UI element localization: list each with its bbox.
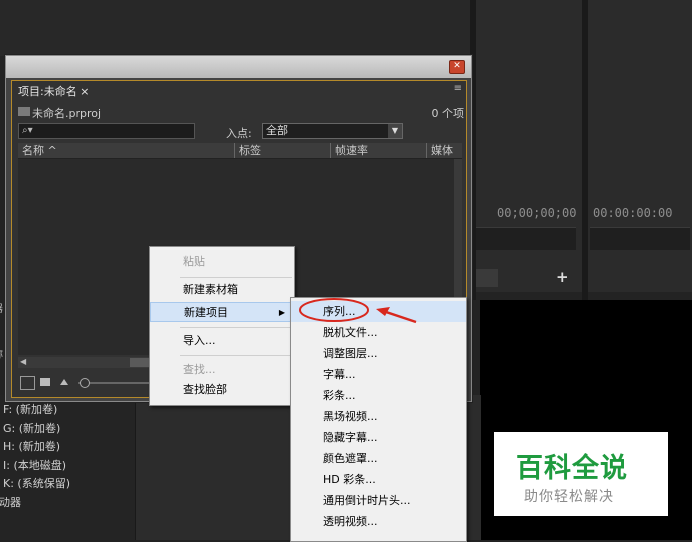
camera-icon[interactable]	[476, 269, 498, 287]
submenu-item-black-video[interactable]: 黑场视频...	[291, 406, 466, 427]
menu-item-find-faces[interactable]: 查找脸部	[150, 380, 294, 400]
menu-separator	[180, 355, 292, 356]
menu-separator	[180, 277, 292, 278]
zoom-slider[interactable]	[78, 382, 158, 384]
watermark-logo: 百科全说 助你轻松解决	[494, 432, 668, 516]
close-icon[interactable]: ✕	[449, 60, 465, 74]
column-header-row: 名称 ^ 标签 帧速率 媒体	[18, 143, 462, 159]
submenu-item-color-matte[interactable]: 颜色遮罩...	[291, 448, 466, 469]
add-icon[interactable]: +	[556, 268, 569, 286]
context-menu: 粘贴 新建素材箱 新建项目 ▶ 导入... 查找... 查找脸部	[149, 246, 295, 406]
menu-item-new-bin[interactable]: 新建素材箱	[150, 280, 294, 300]
submenu-arrow-icon: ▶	[278, 308, 285, 317]
source-scrub-bar[interactable]	[476, 227, 576, 250]
list-view-icon[interactable]	[20, 376, 35, 390]
tab-project[interactable]: 项目:未命名 ×	[18, 83, 89, 99]
icon-view-icon[interactable]	[40, 378, 50, 386]
submenu-item-hd-bars[interactable]: HD 彩条...	[291, 469, 466, 490]
zoom-out-icon[interactable]	[60, 379, 68, 385]
column-media[interactable]: 媒体	[426, 143, 461, 158]
annotation-overlay	[299, 298, 417, 324]
column-frame-rate[interactable]: 帧速率	[330, 143, 368, 158]
item-count: 0 个项	[431, 107, 465, 120]
column-label[interactable]: 标签	[234, 143, 261, 158]
media-browser-drive-list: F: (新加卷) G: (新加卷) H: (新加卷) I: (本地磁盘) K: …	[0, 395, 135, 540]
submenu-item-transparent-video[interactable]: 透明视频...	[291, 511, 466, 532]
source-timecode: 00;00;00;00	[497, 206, 577, 220]
search-input[interactable]: ⌕▾	[18, 123, 195, 139]
column-name[interactable]: 名称 ^	[22, 143, 57, 158]
inpoint-value: 全部	[266, 124, 288, 137]
scroll-left-icon[interactable]: ◀	[20, 357, 26, 366]
menu-item-label: 新建项目	[184, 306, 228, 319]
drive-item[interactable]: 动器	[0, 494, 70, 513]
submenu-item-countdown-leader[interactable]: 通用倒计时片头...	[291, 490, 466, 511]
menu-item-import[interactable]: 导入...	[150, 331, 294, 351]
menu-item-paste[interactable]: 粘贴	[150, 252, 294, 272]
source-monitor: 00;00;00;00 +	[476, 0, 582, 292]
submenu-item-captions[interactable]: 隐藏字幕...	[291, 427, 466, 448]
folder-icon	[18, 107, 30, 116]
drive-item[interactable]: G: (新加卷)	[3, 420, 70, 439]
program-monitor: 00:00:00:00	[588, 0, 692, 292]
panel-divider[interactable]	[582, 0, 588, 300]
project-file-name: 未命名.prproj	[32, 107, 102, 120]
menu-item-new-item[interactable]: 新建项目 ▶	[150, 302, 294, 322]
annotation-ellipse	[299, 298, 369, 322]
submenu-item-title[interactable]: 字幕...	[291, 364, 466, 385]
program-scrub-bar[interactable]	[590, 227, 690, 250]
dialog-titlebar[interactable]: ✕	[6, 56, 471, 78]
submenu-item-adjustment-layer[interactable]: 调整图层...	[291, 343, 466, 364]
drive-item[interactable]: K: (系统保留)	[3, 475, 70, 494]
watermark-title: 百科全说	[516, 453, 628, 484]
submenu-item-bars-tone[interactable]: 彩条...	[291, 385, 466, 406]
panel-menu-icon[interactable]: ≡	[454, 83, 462, 94]
drive-item[interactable]: I: (本地磁盘)	[3, 457, 70, 476]
drive-item[interactable]: F: (新加卷)	[3, 401, 70, 420]
inpoint-label: 入点:	[226, 127, 252, 140]
inpoint-select[interactable]: 全部 ▼	[262, 123, 403, 139]
drive-item[interactable]: H: (新加卷)	[3, 438, 70, 457]
edge-label: 称	[0, 346, 3, 361]
edge-label: 器	[0, 300, 3, 315]
chevron-down-icon: ▼	[388, 124, 402, 138]
program-timecode: 00:00:00:00	[593, 206, 673, 220]
zoom-slider-handle[interactable]	[80, 378, 90, 388]
menu-separator	[180, 327, 292, 328]
watermark-subtitle: 助你轻松解决	[524, 489, 614, 505]
menu-item-find[interactable]: 查找...	[150, 360, 294, 380]
